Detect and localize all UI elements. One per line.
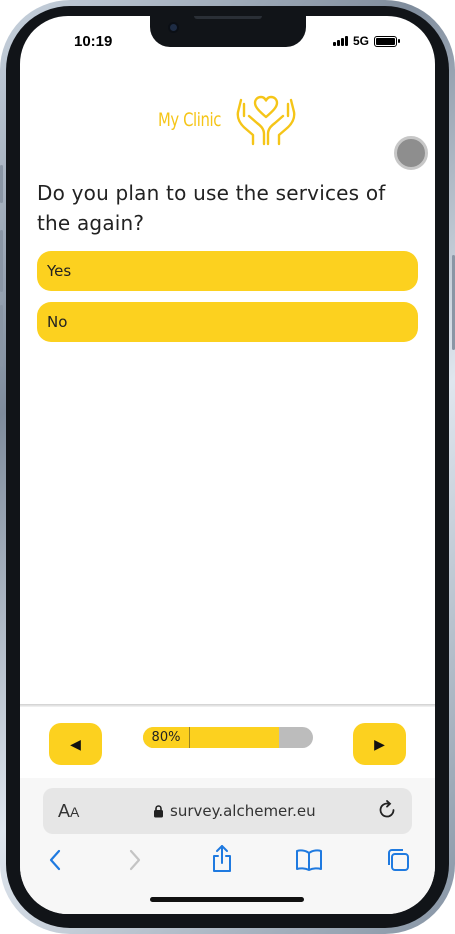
url-text: survey.alchemer.eu (170, 802, 316, 820)
hands-heart-icon (236, 95, 296, 146)
tabs-icon[interactable] (386, 848, 410, 872)
previous-button[interactable]: ◀ (49, 723, 102, 765)
option-label: Yes (47, 262, 72, 280)
text-size-button[interactable]: AA (58, 801, 79, 822)
side-button-left (0, 165, 3, 203)
triangle-right-icon: ▶ (374, 735, 385, 752)
side-button-left (0, 230, 3, 292)
status-indicators: 5G (333, 34, 400, 48)
text-size-label-small: A (70, 804, 80, 820)
progress-bar: 80% (143, 727, 313, 748)
address-bar[interactable]: AA survey.alchemer.eu (43, 788, 412, 834)
option-label: No (47, 313, 68, 331)
triangle-left-icon: ◀ (70, 735, 81, 752)
forward-chevron-icon[interactable] (128, 848, 142, 872)
speaker (194, 16, 262, 19)
home-indicator (150, 897, 304, 902)
side-button-left (0, 305, 3, 367)
footer-divider (20, 704, 435, 707)
lock-icon (154, 805, 163, 818)
share-icon[interactable] (210, 844, 234, 874)
battery-icon (374, 35, 400, 47)
text-size-label-large: A (58, 801, 71, 821)
network-type: 5G (352, 34, 369, 48)
status-time: 10:19 (74, 33, 113, 50)
screen: 10:19 5G My Clinic Do you plan to use th… (20, 16, 435, 914)
camera (168, 22, 179, 33)
logo-text: My Clinic (158, 109, 222, 131)
option-no[interactable]: No (37, 302, 418, 342)
signal-icon (333, 36, 348, 46)
next-button[interactable]: ▶ (353, 723, 406, 765)
clinic-logo: My Clinic (158, 94, 297, 146)
bookmarks-icon[interactable] (295, 848, 323, 872)
reload-icon[interactable] (376, 799, 398, 821)
browser-toolbar: AA survey.alchemer.eu (20, 778, 435, 914)
progress-label: 80% (143, 727, 190, 748)
option-yes[interactable]: Yes (37, 251, 418, 291)
back-chevron-icon[interactable] (48, 848, 62, 872)
floating-action-dot[interactable] (394, 136, 428, 170)
question-text: Do you plan to use the services of the a… (37, 181, 386, 235)
notch (150, 16, 306, 47)
url-display[interactable]: survey.alchemer.eu (153, 802, 316, 820)
